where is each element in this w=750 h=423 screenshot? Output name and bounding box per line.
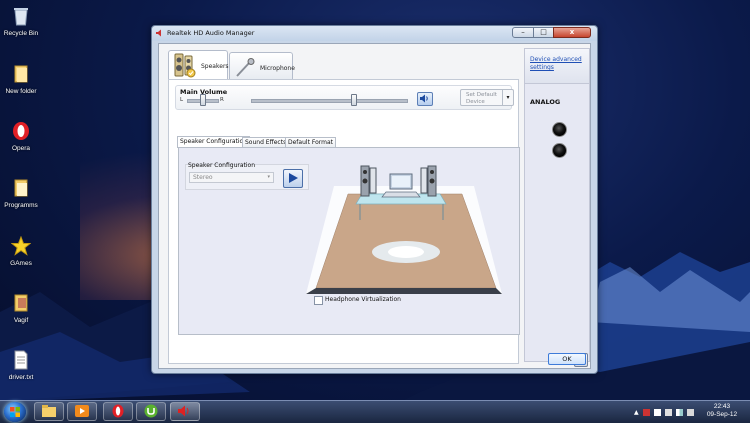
desktop-icon-driver-txt[interactable]: driver.txt <box>0 348 42 381</box>
mute-button[interactable] <box>417 92 433 106</box>
desktop-icon-label: Vagif <box>13 317 29 324</box>
desktop-icon-games[interactable]: GAmes <box>0 234 42 267</box>
speaker-configuration-label: Speaker Configuration <box>188 162 256 169</box>
device-side-panel: Device advanced settings ANALOG <box>524 48 590 362</box>
analog-label: ANALOG <box>530 98 561 106</box>
speaker-volume-icon <box>420 94 430 105</box>
desktop-icon-label: GAmes <box>10 260 32 267</box>
microphone-icon <box>234 58 258 80</box>
volume-icon[interactable] <box>686 408 694 416</box>
folder-icon <box>10 176 32 200</box>
star-icon <box>10 234 32 258</box>
desktop-icon-label: Recycle Bin <box>3 30 39 37</box>
network-icon[interactable] <box>675 408 683 416</box>
title-bar[interactable]: Realtek HD Audio Manager – □ x <box>152 26 597 41</box>
desktop-icon-recycle-bin[interactable]: Recycle Bin <box>0 4 42 37</box>
realtek-window: Realtek HD Audio Manager – □ x Speakers <box>151 25 598 374</box>
desktop-icon-label: driver.txt <box>8 374 34 381</box>
chevron-down-icon[interactable]: ▾ <box>502 90 513 105</box>
tab-speakers-label: Speakers <box>201 63 229 70</box>
speaker-configuration-select[interactable]: Stereo ▾ <box>189 172 274 183</box>
balance-slider-thumb[interactable] <box>200 94 206 106</box>
taskbar-opera[interactable] <box>103 402 133 421</box>
desktop-icon-programms[interactable]: Programms <box>0 176 42 209</box>
headphone-virtualization-label: Headphone Virtualization <box>325 296 401 303</box>
system-tray: ▲ <box>634 405 694 419</box>
taskbar-clock[interactable]: 22:43 09-Sep-12 <box>700 403 744 419</box>
headphone-virtualization-checkbox[interactable] <box>314 296 323 305</box>
room-illustration <box>306 165 502 294</box>
taskbar: ▲ 22:43 09-Sep-12 <box>0 400 750 423</box>
desktop-icon-label: Opera <box>11 145 31 152</box>
analog-jack-2[interactable] <box>552 143 567 158</box>
folder-icon <box>10 291 32 315</box>
window-title: Realtek HD Audio Manager <box>167 29 255 37</box>
tab-microphone-label: Microphone <box>260 65 295 72</box>
window-client: Speakers Microphone Main Volume L R Set … <box>158 43 591 369</box>
tab-microphone[interactable]: Microphone <box>229 52 295 80</box>
volume-slider-track[interactable] <box>251 99 408 103</box>
folder-icon <box>10 62 32 86</box>
play-icon <box>289 173 298 185</box>
recycle-bin-icon <box>10 4 32 28</box>
taskbar-media-player[interactable] <box>67 402 97 421</box>
show-hidden-icons-icon[interactable]: ▲ <box>634 409 639 416</box>
chevron-down-icon: ▾ <box>267 174 270 180</box>
play-test-button[interactable] <box>283 169 303 188</box>
balance-left-label: L <box>180 97 184 103</box>
analog-jack-1[interactable] <box>552 122 567 137</box>
volume-slider-thumb[interactable] <box>351 94 358 106</box>
close-button[interactable]: x <box>553 27 591 38</box>
desktop-icon-vagif[interactable]: Vagif <box>0 291 42 324</box>
language-icon[interactable] <box>642 408 650 416</box>
desktop-icon-label: Programms <box>4 202 38 209</box>
action-center-icon[interactable] <box>664 408 672 416</box>
taskbar-utorrent[interactable] <box>136 402 166 421</box>
speaker-configuration-panel: Speaker Configuration Stereo ▾ Headphone… <box>178 147 520 335</box>
set-default-device-button[interactable]: Set Default Device ▾ <box>460 89 514 106</box>
taskbar-realtek[interactable] <box>170 402 200 421</box>
utorrent-icon <box>144 404 158 420</box>
desktop-icon-label: New folder <box>5 88 37 95</box>
windows-logo-icon <box>10 407 20 419</box>
folder-icon <box>42 404 56 419</box>
clock-time: 22:43 <box>713 403 731 410</box>
opera-icon <box>112 404 124 420</box>
balance-right-label: R <box>220 97 224 103</box>
tab-speakers[interactable]: Speakers <box>168 50 229 81</box>
main-volume-group: Main Volume L R Set Default Device ▾ <box>175 85 514 110</box>
desktop-icon-opera[interactable]: Opera <box>0 119 42 152</box>
speakers-icon <box>173 53 197 81</box>
clock-date: 09-Sep-12 <box>706 411 738 418</box>
maximize-button[interactable]: □ <box>533 27 554 38</box>
speaker-app-icon <box>156 29 164 37</box>
minimize-button[interactable]: – <box>512 27 534 38</box>
text-file-icon <box>10 348 32 372</box>
ok-button[interactable]: OK <box>548 353 586 365</box>
media-player-icon <box>75 404 89 419</box>
speaker-app-icon <box>178 405 192 419</box>
set-default-device-label: Set Default Device <box>466 92 497 105</box>
taskbar-explorer[interactable] <box>34 402 64 421</box>
opera-icon <box>10 119 32 143</box>
flag-icon[interactable] <box>653 408 661 416</box>
start-button[interactable] <box>4 402 26 422</box>
desktop-icon-new-folder[interactable]: New folder <box>0 62 42 95</box>
device-advanced-settings-link[interactable]: Device advanced settings <box>530 56 586 72</box>
speaker-configuration-value: Stereo <box>193 174 213 181</box>
